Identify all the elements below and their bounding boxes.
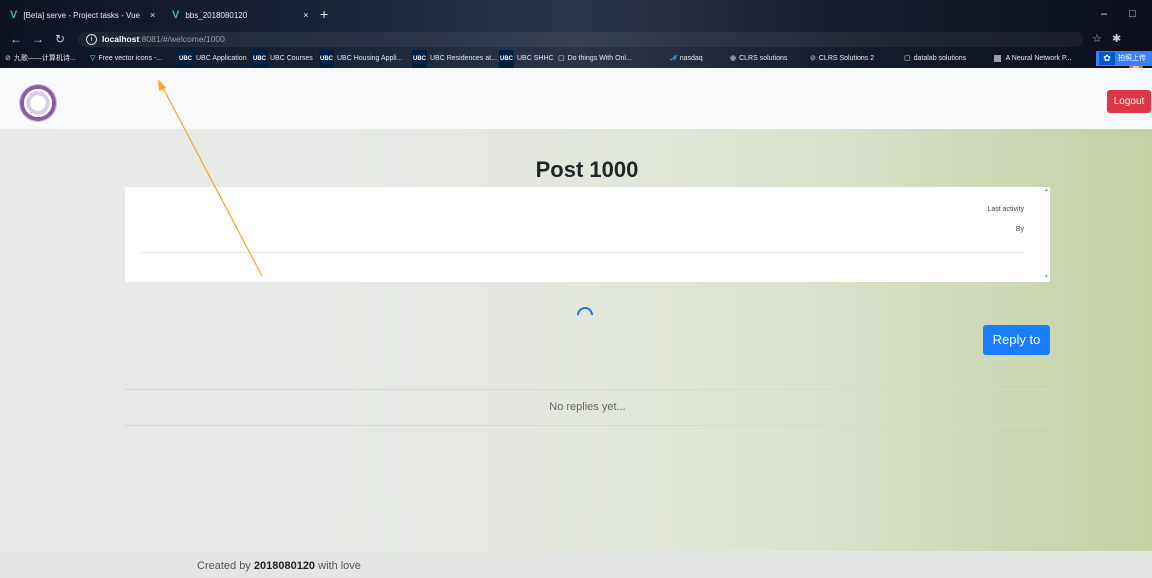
- arrow-line: [161, 85, 263, 277]
- arrow-head: [158, 79, 166, 91]
- annotation-arrow: [158, 79, 263, 277]
